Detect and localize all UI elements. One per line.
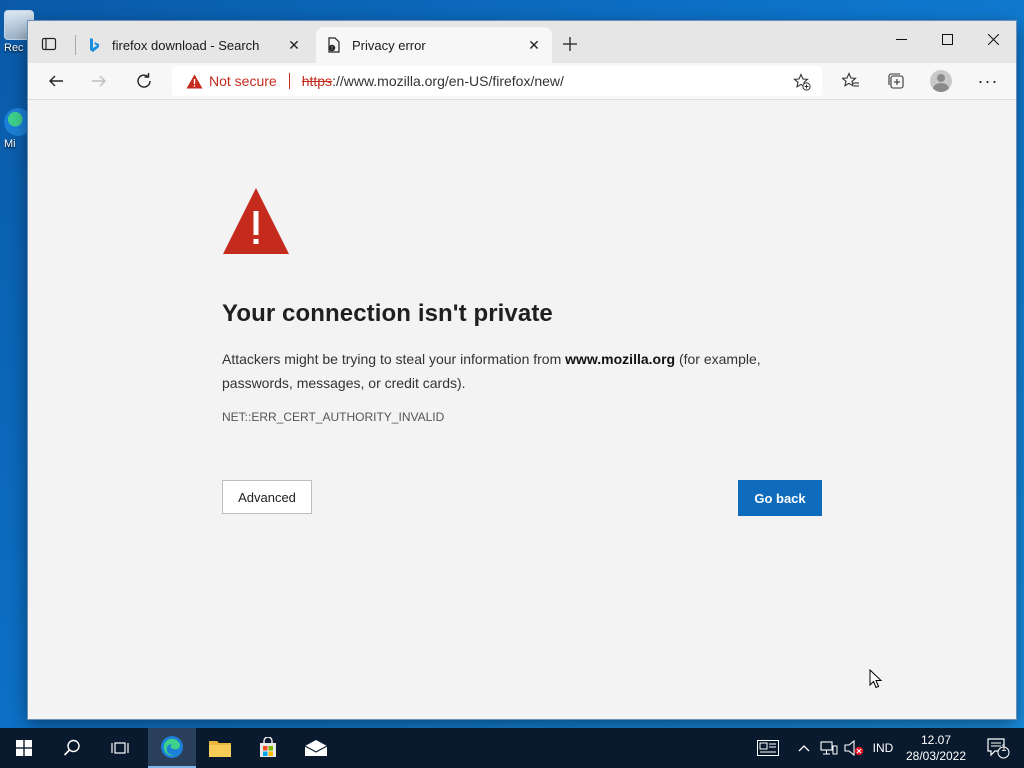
tab-privacy-error[interactable]: ! Privacy error ✕ [316,27,552,63]
edge-icon [161,736,183,758]
taskbar-search-button[interactable] [48,728,96,768]
folder-icon [209,741,231,757]
url-text: ://www.mozilla.org/en-US/firefox/new/ [332,73,564,89]
collections-icon [888,73,904,89]
search-icon [63,739,80,756]
reload-button[interactable] [129,67,159,95]
task-view-button[interactable] [96,728,144,768]
more-icon: ··· [977,70,999,91]
taskbar-file-explorer[interactable] [196,728,244,768]
volume-muted-icon [844,740,864,756]
arrow-right-icon [92,75,106,87]
favorites-button[interactable] [836,67,866,95]
volume-button[interactable] [842,728,866,768]
notifications-button[interactable]: 1 [978,728,1018,768]
tab-bar: firefox download - Search ✕ ! Privacy er… [28,21,1016,63]
description-text: Attackers might be trying to steal your … [222,351,566,367]
start-button[interactable] [0,728,48,768]
url-scheme: https [301,73,333,89]
tab-search[interactable]: firefox download - Search ✕ [76,27,312,63]
taskbar-microsoft-store[interactable] [244,728,292,768]
minimize-icon [895,38,907,40]
minimize-button[interactable] [878,25,924,53]
new-tab-button[interactable] [559,33,581,55]
clock[interactable]: 12.07 28/03/2022 [898,728,974,768]
notification-count: 1 [1001,743,1007,754]
browser-window: firefox download - Search ✕ ! Privacy er… [28,21,1016,719]
chevron-up-icon [798,745,810,752]
plus-icon [563,37,577,51]
profile-button[interactable] [926,67,956,95]
news-widget-button[interactable] [752,728,784,768]
arrow-left-icon [49,75,63,87]
clock-date: 28/03/2022 [905,749,967,763]
error-description: Attackers might be trying to steal your … [222,347,792,395]
error-document-icon: ! [326,37,342,53]
warning-icon[interactable] [185,72,203,90]
add-favorite-button[interactable] [792,72,812,92]
close-tab-icon[interactable]: ✕ [526,37,542,53]
advanced-button[interactable]: Advanced [222,480,312,514]
description-domain: www.mozilla.org [565,351,676,367]
address-divider [288,73,290,89]
close-window-button[interactable] [970,25,1016,53]
network-icon [820,741,838,755]
task-view-icon [111,742,129,754]
refresh-icon [137,73,151,88]
input-language[interactable]: IND [868,728,898,768]
tab-title: firefox download - Search [112,37,260,53]
forward-button[interactable] [84,67,114,95]
taskbar-mail[interactable] [292,728,340,768]
show-hidden-icons-button[interactable] [792,728,816,768]
mouse-cursor-icon [869,669,883,689]
favorites-icon [842,72,859,87]
tab-actions-button[interactable] [38,33,60,55]
maximize-icon [941,33,953,45]
close-icon [987,33,999,45]
news-icon [757,740,779,756]
warning-icon [223,188,289,254]
tab-actions-icon [41,37,57,51]
address-bar[interactable]: Not secure https ://www.mozilla.org/en-U… [172,66,822,96]
security-status[interactable]: Not secure [209,73,277,89]
page-title: Your connection isn't private [222,300,553,327]
tab-title: Privacy error [352,37,426,53]
star-add-icon [793,73,811,91]
page-content: Your connection isn't private Attackers … [28,100,1016,719]
browser-toolbar: Not secure https ://www.mozilla.org/en-U… [28,63,1016,100]
network-button[interactable] [818,728,840,768]
go-back-button[interactable]: Go back [738,480,822,516]
mail-icon [304,740,328,756]
windows-icon [16,740,32,756]
svg-text:!: ! [331,46,333,52]
avatar [930,70,952,92]
settings-more-button[interactable]: ··· [973,67,1003,95]
back-button[interactable] [41,67,71,95]
error-code: NET::ERR_CERT_AUTHORITY_INVALID [222,410,445,424]
maximize-button[interactable] [924,25,970,53]
collections-button[interactable] [881,67,911,95]
clock-time: 12.07 [920,733,952,747]
bing-icon [86,37,102,53]
taskbar: IND 12.07 28/03/2022 1 [0,728,1024,768]
taskbar-edge[interactable] [148,728,196,768]
close-tab-icon[interactable]: ✕ [286,37,302,53]
store-icon [260,737,276,757]
